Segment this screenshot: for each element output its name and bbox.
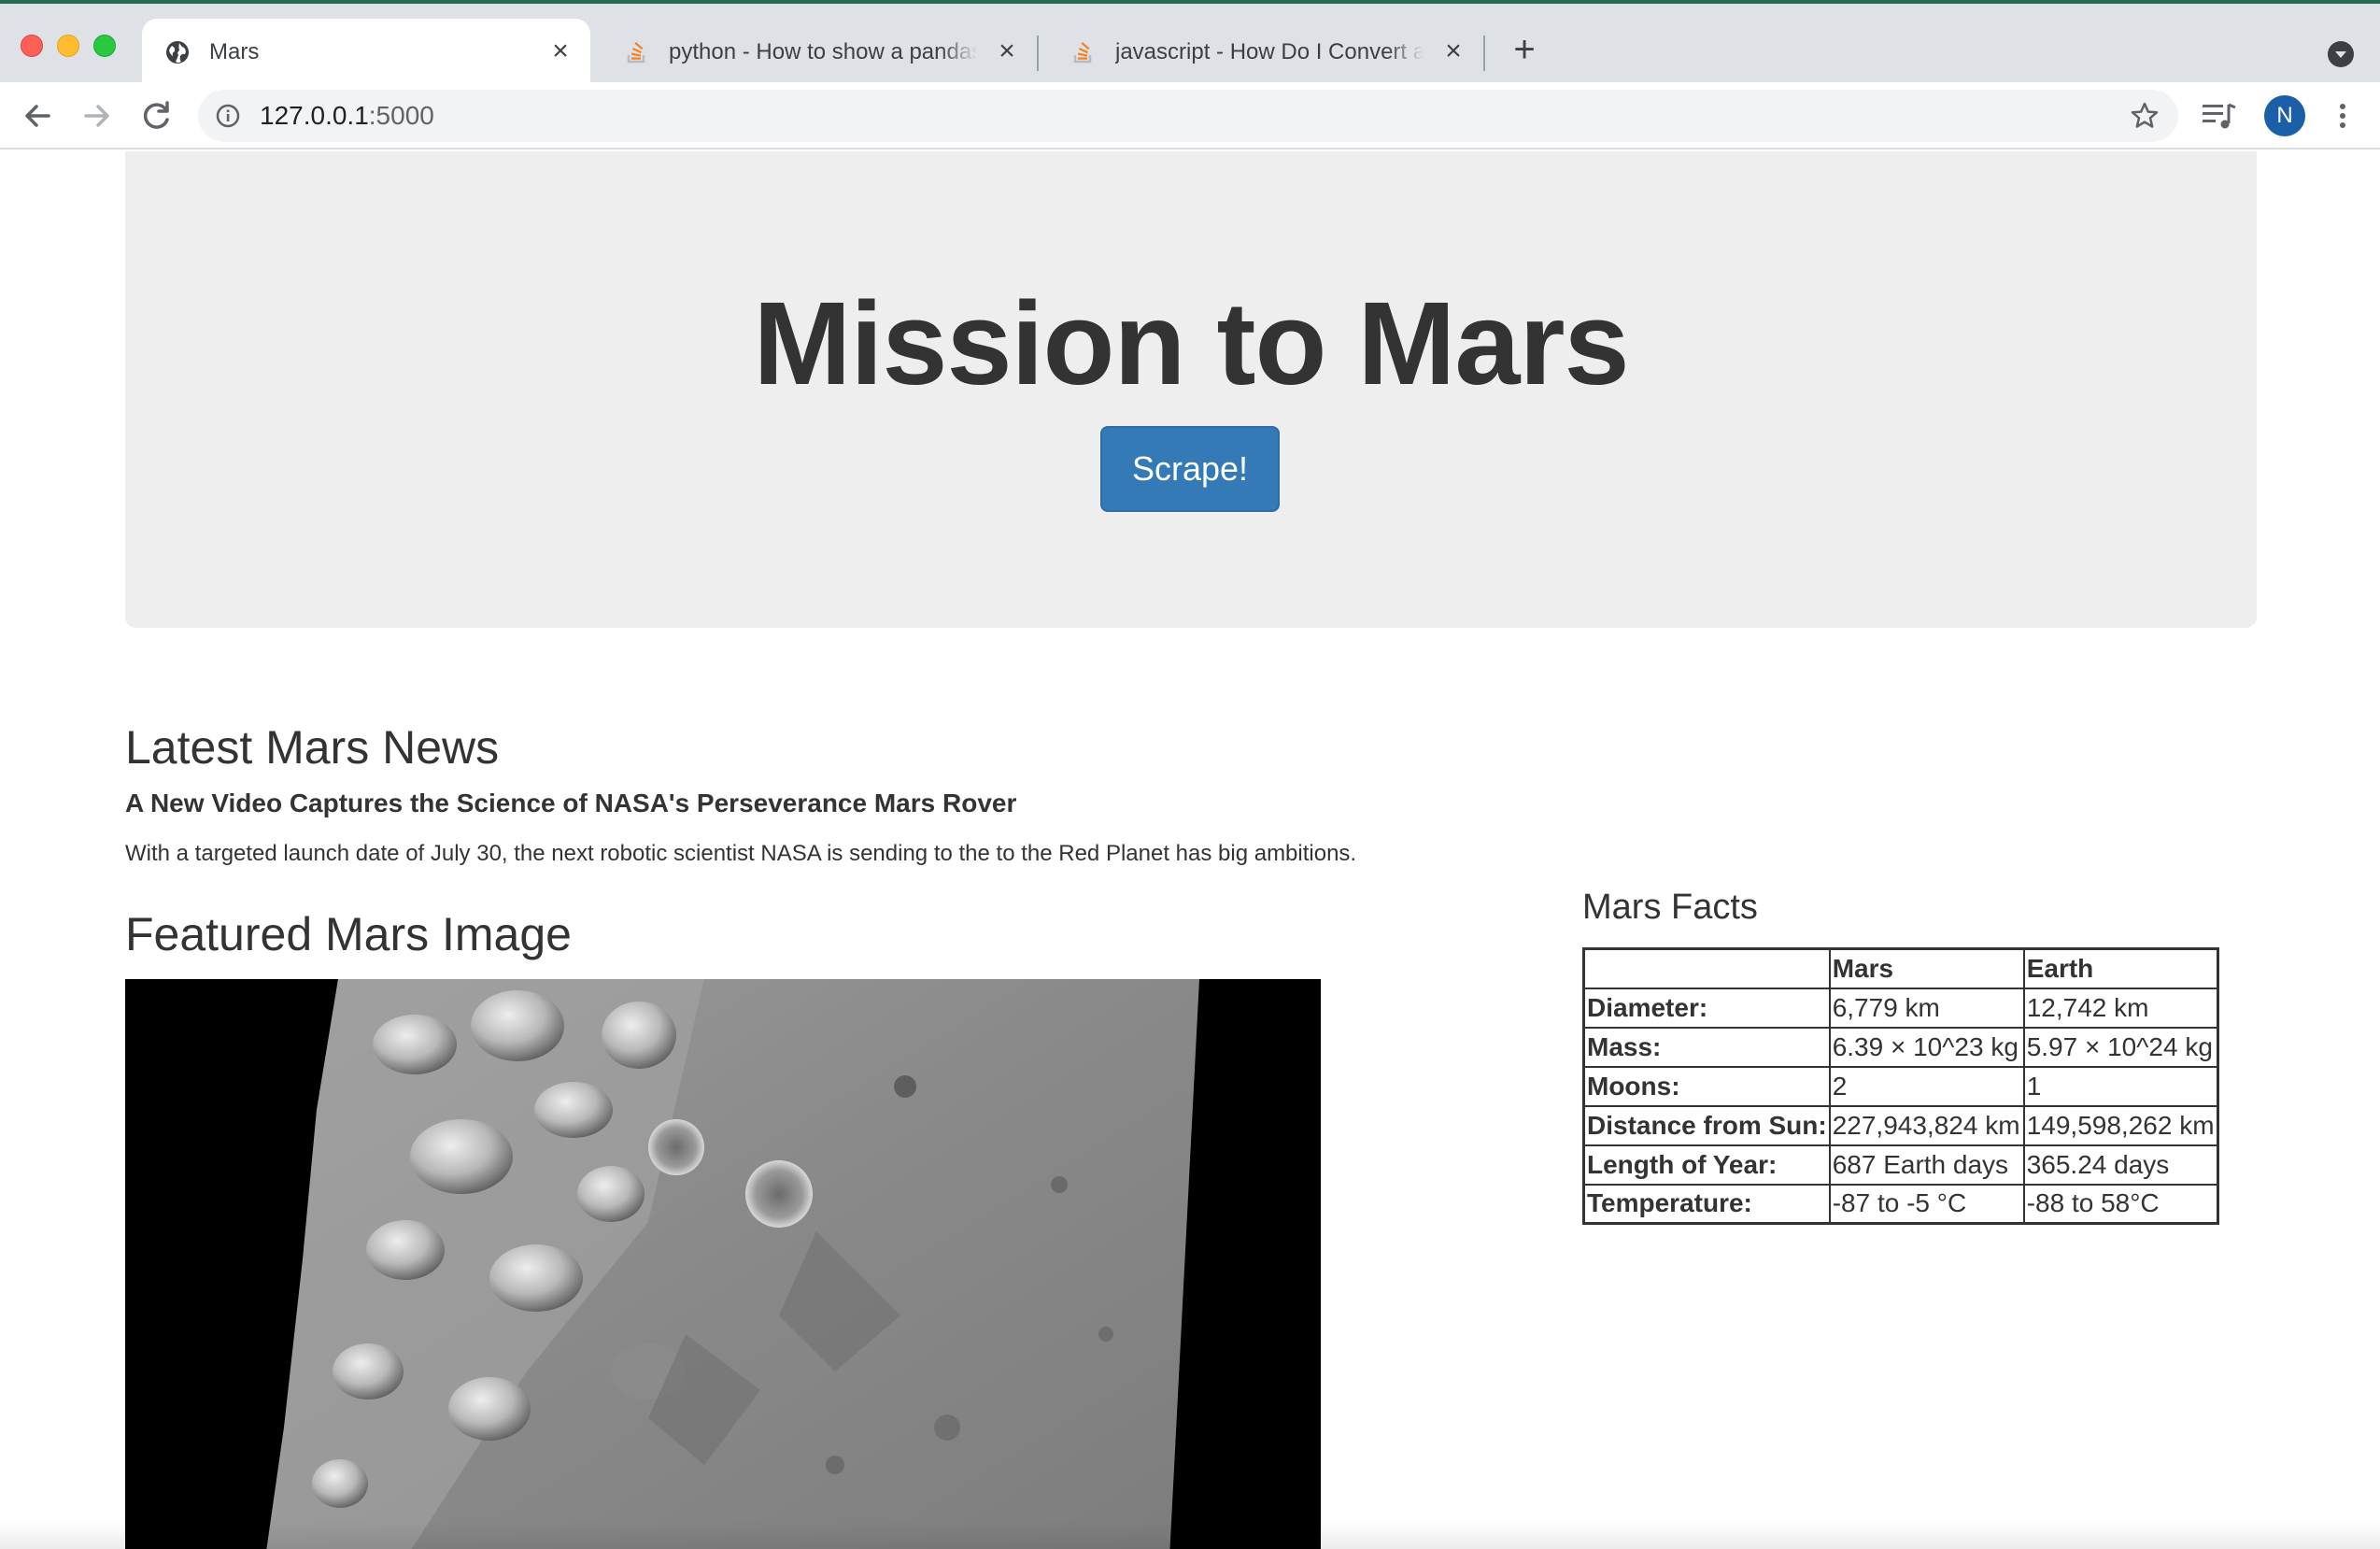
more-menu-icon[interactable] — [2330, 97, 2356, 135]
earth-value: -88 to 58°C — [2022, 1183, 2219, 1225]
column-header: Earth — [2022, 947, 2219, 989]
page-viewport: Mission to Mars Scrape! Latest Mars News… — [0, 151, 2380, 1549]
table-row: Mass: 6.39 × 10^23 kg 5.97 × 10^24 kg — [1582, 1026, 2219, 1068]
table-header-row: Mars Earth — [1582, 947, 2219, 989]
close-tab-icon[interactable]: × — [547, 37, 574, 65]
earth-value: 5.97 × 10^24 kg — [2022, 1026, 2219, 1068]
maximize-window-button[interactable] — [93, 35, 116, 57]
arrow-left-icon — [25, 105, 50, 127]
row-label: Length of Year: — [1582, 1144, 1831, 1186]
back-button[interactable] — [15, 93, 60, 138]
info-icon[interactable] — [215, 103, 241, 129]
tab-separator — [1483, 36, 1485, 71]
scrape-button[interactable]: Scrape! — [1100, 426, 1280, 512]
earth-value: 365.24 days — [2022, 1144, 2219, 1186]
earth-value: 149,598,262 km — [2022, 1104, 2219, 1146]
featured-mars-image — [125, 979, 1321, 1549]
globe-icon — [166, 41, 189, 64]
new-tab-button[interactable]: + — [1508, 31, 1541, 68]
bookmark-star-icon[interactable] — [2128, 99, 2161, 133]
row-label: Distance from Sun: — [1582, 1104, 1831, 1146]
profile-avatar[interactable]: N — [2264, 95, 2305, 136]
arrow-right-icon — [84, 105, 109, 127]
table-row: Moons: 2 1 — [1582, 1065, 2219, 1107]
jumbotron: Mission to Mars Scrape! — [125, 151, 2257, 628]
url-host: 127.0.0.1 — [260, 101, 369, 130]
row-label: Mass: — [1582, 1026, 1831, 1068]
tab-search-icon[interactable] — [2328, 41, 2354, 67]
mars-surface-photo — [125, 979, 1321, 1549]
table-row: Length of Year: 687 Earth days 365.24 da… — [1582, 1144, 2219, 1186]
news-title: A New Video Captures the Science of NASA… — [125, 789, 1017, 817]
mars-facts-table: Mars Earth Diameter: 6,779 km 12,742 km … — [1582, 947, 2220, 1225]
tab-mars[interactable]: Mars × — [142, 19, 590, 86]
mars-facts-heading: Mars Facts — [1582, 888, 1758, 927]
table-row: Distance from Sun: 227,943,824 km 149,59… — [1582, 1104, 2219, 1146]
stackoverflow-icon — [1073, 42, 1092, 64]
url-text[interactable]: 127.0.0.1:5000 — [260, 101, 434, 131]
tab-python-stackoverflow[interactable]: python - How to show a pandas dataframe … — [602, 19, 1037, 86]
url-port: :5000 — [368, 101, 434, 130]
tab-javascript-stackoverflow[interactable]: javascript - How Do I Convert a Pandas D… — [1048, 19, 1483, 86]
mars-value: 687 Earth days — [1828, 1144, 2025, 1186]
reload-icon — [143, 101, 169, 129]
mars-value: 2 — [1828, 1065, 2025, 1107]
media-controls-icon[interactable] — [2201, 99, 2238, 133]
window-bottom-shadow — [0, 1521, 2380, 1549]
row-label: Moons: — [1582, 1065, 1831, 1107]
mars-value: 227,943,824 km — [1828, 1104, 2025, 1146]
tab-separator — [1037, 36, 1039, 71]
row-label: Diameter: — [1582, 987, 1831, 1029]
close-tab-icon[interactable]: × — [994, 37, 1020, 65]
minimize-window-button[interactable] — [57, 35, 79, 57]
news-heading: Latest Mars News — [125, 721, 500, 774]
table-row: Diameter: 6,779 km 12,742 km — [1582, 987, 2219, 1029]
close-window-button[interactable] — [21, 35, 43, 57]
row-label: Temperature: — [1582, 1183, 1831, 1225]
browser-titlebar: Mars × python - How to show a pandas dat… — [0, 0, 2380, 86]
mars-value: 6.39 × 10^23 kg — [1828, 1026, 2025, 1068]
tab-title: javascript - How Do I Convert a Pandas D… — [1115, 39, 1424, 64]
close-tab-icon[interactable]: × — [1440, 37, 1466, 65]
forward-button[interactable] — [75, 93, 120, 138]
mars-value: 6,779 km — [1828, 987, 2025, 1029]
featured-image-heading: Featured Mars Image — [125, 908, 572, 960]
column-header — [1582, 947, 1831, 989]
browser-toolbar: 127.0.0.1:5000 N — [0, 82, 2380, 149]
news-paragraph: With a targeted launch date of July 30, … — [125, 841, 1357, 866]
mars-value: -87 to -5 °C — [1828, 1183, 2025, 1225]
table-row: Temperature: -87 to -5 °C -88 to 58°C — [1582, 1183, 2219, 1225]
stackoverflow-icon — [627, 42, 645, 64]
earth-value: 12,742 km — [2022, 987, 2219, 1029]
column-header: Mars — [1828, 947, 2025, 989]
address-bar[interactable]: 127.0.0.1:5000 — [198, 90, 2178, 142]
page-title: Mission to Mars — [753, 277, 1629, 409]
tab-title: python - How to show a pandas dataframe … — [669, 39, 977, 64]
reload-button[interactable] — [135, 93, 179, 138]
tab-title: Mars — [209, 39, 260, 64]
earth-value: 1 — [2022, 1065, 2219, 1107]
